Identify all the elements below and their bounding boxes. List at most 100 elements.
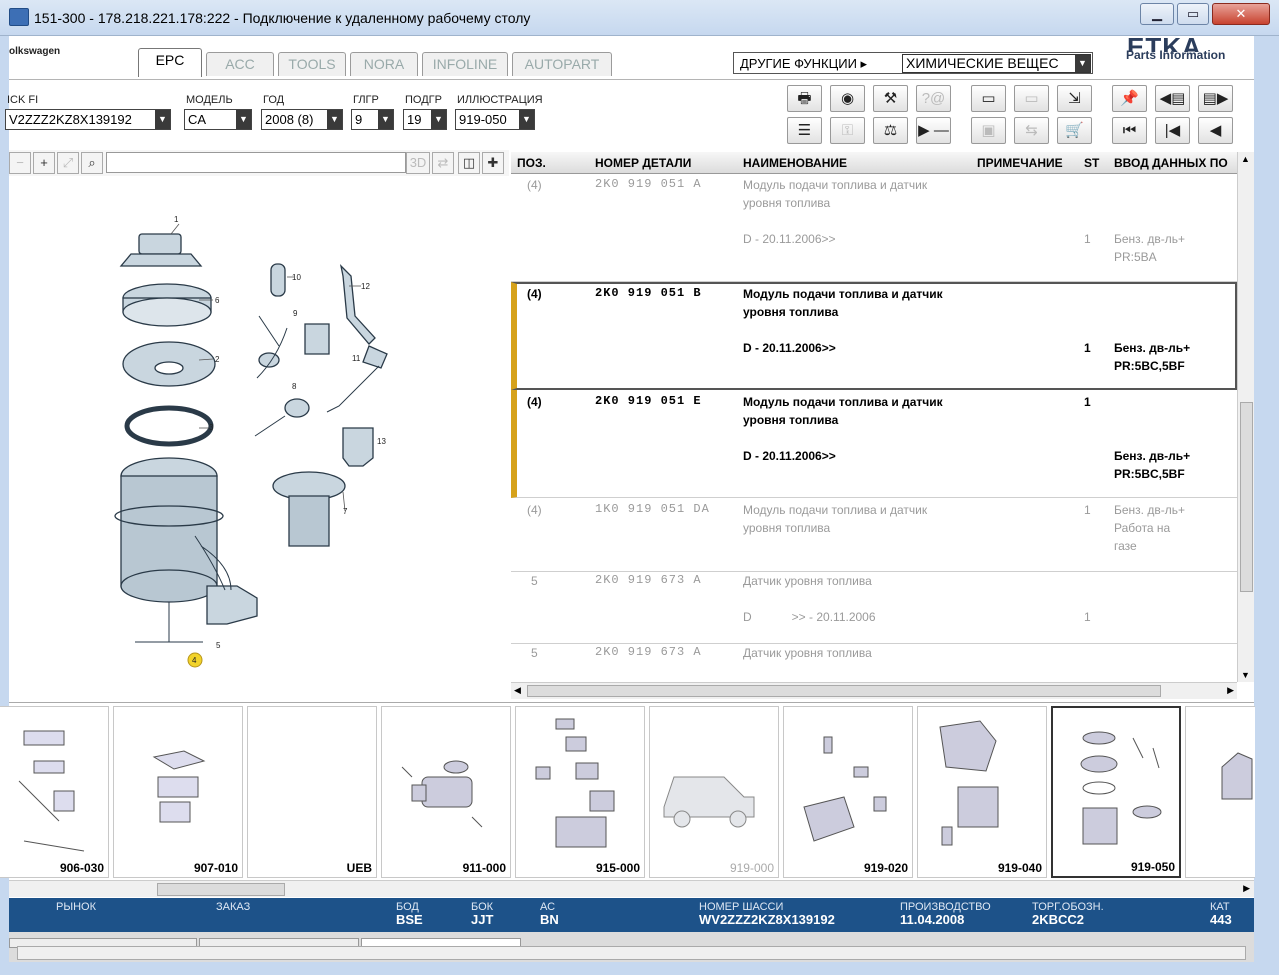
pin-icon[interactable]: 📌 (1112, 85, 1147, 112)
thumbnail-next[interactable] (1185, 706, 1255, 878)
print-icon[interactable]: 🖶 (787, 85, 822, 112)
scroll-down-icon[interactable]: ▼ (1241, 670, 1250, 680)
table-row-selected[interactable]: (4) 2K0 919 051 B Модуль подачи топлива … (511, 282, 1237, 390)
callout-13[interactable]: 13 (377, 437, 386, 446)
thumbnail-907-010[interactable]: 907-010 (113, 706, 243, 878)
col-name[interactable]: НАИМЕНОВАНИЕ (743, 156, 847, 170)
tab-nora[interactable]: NORA (350, 52, 418, 76)
restore-button[interactable]: ▭ (1177, 3, 1209, 25)
cart-icon[interactable]: 🛒 (1057, 117, 1092, 144)
col-data[interactable]: ВВОД ДАННЫХ ПО (1114, 156, 1228, 170)
callout-9[interactable]: 9 (293, 309, 298, 318)
key-icon[interactable]: ⚿ (830, 117, 865, 144)
first-icon[interactable]: ⏮ (1112, 117, 1147, 144)
callout-2[interactable]: 2 (215, 355, 220, 364)
main-group-select[interactable]: 9 ▼ (351, 109, 394, 130)
prev-icon[interactable]: |◀ (1155, 117, 1190, 144)
other-functions-select[interactable]: ХИМИЧЕСКИЕ ВЕЩЕС ▼ (902, 54, 1091, 73)
callout-3[interactable]: 3 (209, 423, 214, 432)
tab-tools[interactable]: TOOLS (278, 52, 346, 76)
row-part-number[interactable]: 2K0 919 673 A (595, 645, 702, 659)
table-row[interactable]: 5 2K0 919 673 A Датчик уровня топлива (511, 644, 1237, 682)
remote-desktop-scrollbar[interactable] (17, 946, 1246, 960)
elsa-icon[interactable]: ▭ (971, 85, 1006, 112)
model-select[interactable]: CA ▼ (184, 109, 252, 130)
thumbnail-915-000[interactable]: 915-000 (515, 706, 645, 878)
chevron-down-icon[interactable]: ▼ (378, 110, 393, 129)
thumbnail-919-000[interactable]: 919-000 (649, 706, 779, 878)
callout-6[interactable]: 6 (215, 296, 220, 305)
thumbnail-919-040[interactable]: 919-040 (917, 706, 1047, 878)
other-functions[interactable]: ДРУГИЕ ФУНКЦИИ ▸ ХИМИЧЕСКИЕ ВЕЩЕС ▼ (733, 52, 1093, 74)
row-part-number[interactable]: 2K0 919 051 B (595, 286, 702, 300)
view-3d-button[interactable]: 3D (406, 152, 430, 174)
tab-epc[interactable]: EPC (138, 48, 202, 77)
scroll-right-icon[interactable]: ▶ (1243, 883, 1250, 894)
depot-icon[interactable]: ▭ (1014, 85, 1049, 112)
parts-vertical-scrollbar[interactable]: ▲ ▼ (1237, 152, 1254, 682)
back-icon[interactable]: ◀ (1198, 117, 1233, 144)
query-icon[interactable]: ?@ (916, 85, 951, 112)
scroll-thumb[interactable] (1240, 402, 1253, 592)
scroll-left-icon[interactable]: ◀ (514, 685, 521, 696)
col-note[interactable]: ПРИМЕЧАНИЕ (977, 156, 1063, 170)
handshake-icon[interactable]: ⚒ (873, 85, 908, 112)
year-select[interactable]: 2008 (8) ▼ (261, 109, 343, 130)
row-part-number[interactable]: 2K0 919 051 A (595, 177, 702, 191)
row-part-number[interactable]: 2K0 919 673 A (595, 573, 702, 587)
cart-arrow-icon[interactable]: ⇲ (1057, 85, 1092, 112)
sub-group-select[interactable]: 19 ▼ (403, 109, 447, 130)
chevron-down-icon[interactable]: ▼ (431, 110, 446, 129)
col-part-number[interactable]: НОМЕР ДЕТАЛИ (595, 156, 691, 170)
row-part-number[interactable]: 1K0 919 051 DA (595, 502, 710, 516)
zoom-fit-icon[interactable]: ⤢ (57, 152, 79, 174)
tab-acc[interactable]: ACC (206, 52, 274, 76)
search-icon[interactable]: ⌕ (81, 152, 103, 174)
zoom-out-icon[interactable]: − (9, 152, 31, 174)
vin-select[interactable]: V2ZZZ2KZ8X139192 ▼ (5, 109, 171, 130)
thumbnail-ueb[interactable]: UEB (247, 706, 377, 878)
chevron-down-icon[interactable]: ▼ (236, 110, 251, 129)
chevron-down-icon[interactable]: ▼ (155, 110, 170, 129)
flip-icon[interactable]: ⇄ (432, 152, 454, 174)
balance-icon[interactable]: ⚖ (873, 117, 908, 144)
callout-4[interactable]: 4 (192, 656, 197, 665)
split-view-icon[interactable]: ◫ (458, 152, 480, 174)
callout-5[interactable]: 5 (216, 641, 221, 650)
minimize-button[interactable]: ▁ (1140, 3, 1174, 25)
col-st[interactable]: ST (1084, 156, 1099, 170)
scroll-up-icon[interactable]: ▲ (1241, 154, 1250, 164)
callout-7[interactable]: 7 (343, 507, 348, 516)
prev-page-icon[interactable]: ◀▤ (1155, 85, 1190, 112)
tab-autopart[interactable]: AUTOPART (512, 52, 612, 76)
table-row[interactable]: 5 2K0 919 673 A Датчик уровня топлива D … (511, 572, 1237, 644)
thumbnail-919-020[interactable]: 919-020 (783, 706, 913, 878)
zoom-in-icon[interactable]: + (33, 152, 55, 174)
cd-icon[interactable]: ◉ (830, 85, 865, 112)
parts-horizontal-scrollbar[interactable]: ◀ ▶ (511, 682, 1237, 699)
other-functions-label[interactable]: ДРУГИЕ ФУНКЦИИ ▸ (740, 56, 867, 72)
close-button[interactable]: ✕ (1212, 3, 1270, 25)
callout-8[interactable]: 8 (292, 382, 297, 391)
list-icon[interactable]: ☰ (787, 117, 822, 144)
table-row[interactable]: (4) 2K0 919 051 A Модуль подачи топлива … (511, 174, 1237, 282)
chevron-down-icon[interactable]: ▼ (519, 110, 534, 129)
window-titlebar[interactable]: 151-300 - 178.218.221.178:222 - Подключе… (0, 0, 1279, 36)
monitor-icon[interactable]: ▣ (971, 117, 1006, 144)
row-part-number[interactable]: 2K0 919 051 E (595, 394, 702, 408)
col-pos[interactable]: ПОЗ. (517, 156, 546, 170)
callout-11[interactable]: 11 (352, 354, 361, 363)
thumbnail-906-030[interactable]: 906-030 (0, 706, 109, 878)
parts-illustration[interactable]: 1 6 2 3 10 12 9 11 8 13 7 5 4 (9, 176, 509, 701)
illustration-select[interactable]: 919-050 ▼ (455, 109, 535, 130)
table-row[interactable]: (4) 1K0 919 051 DA Модуль подачи топлива… (511, 498, 1237, 572)
play-minus-icon[interactable]: ▶ — (916, 117, 951, 144)
graphic-search-input[interactable] (106, 152, 406, 173)
table-row[interactable]: (4) 2K0 919 051 E Модуль подачи топлива … (511, 390, 1237, 498)
tab-infoline[interactable]: INFOLINE (422, 52, 508, 76)
scroll-right-icon[interactable]: ▶ (1227, 685, 1234, 696)
callout-1[interactable]: 1 (174, 215, 179, 224)
thumbnail-919-050[interactable]: 919-050 (1051, 706, 1181, 878)
callout-10[interactable]: 10 (292, 273, 301, 282)
thumbnail-911-000[interactable]: 911-000 (381, 706, 511, 878)
